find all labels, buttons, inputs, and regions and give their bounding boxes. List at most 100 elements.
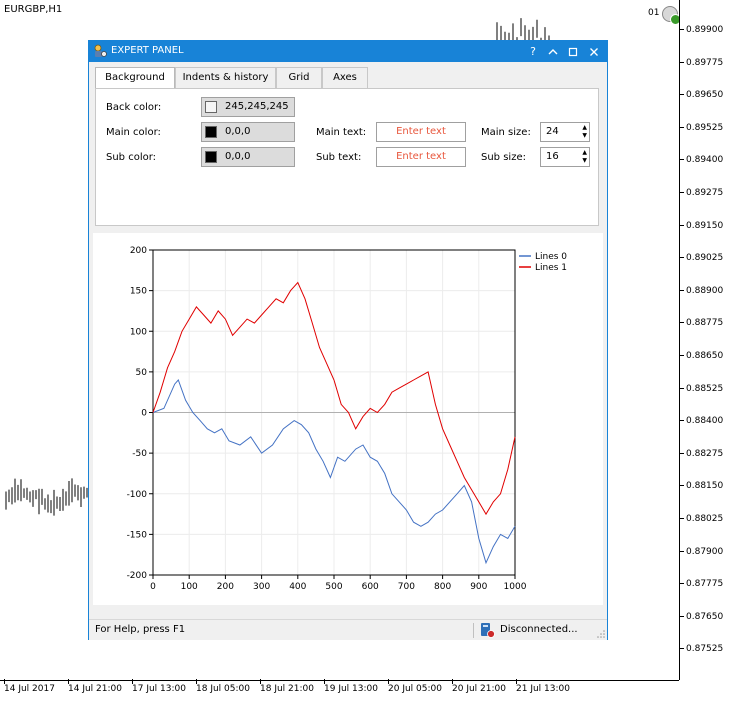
legend-label: Lines 1	[535, 263, 567, 273]
close-button[interactable]	[584, 41, 604, 62]
sub-color-value: 0,0,0	[225, 151, 251, 162]
y-tick-label: 0	[141, 409, 147, 419]
panel-titlebar[interactable]: EXPERT PANEL ?	[89, 41, 607, 62]
price-tick-label: 0.88900	[680, 286, 723, 296]
chevron-up-icon	[548, 49, 558, 55]
x-tick-label: 100	[181, 582, 198, 592]
y-tick-label: -150	[127, 530, 148, 540]
time-tick-label: 18 Jul 05:00	[196, 679, 250, 694]
close-icon	[590, 48, 598, 56]
price-tick-label: 0.89275	[680, 188, 723, 198]
time-tick-label: 17 Jul 13:00	[132, 679, 186, 694]
time-tick-label: 18 Jul 21:00	[260, 679, 314, 694]
help-button[interactable]: ?	[523, 41, 543, 62]
sub-size-spinner[interactable]: 16 ▲ ▼	[540, 147, 590, 167]
sub-color-label: Sub color:	[106, 152, 157, 163]
x-tick-label: 300	[253, 582, 270, 592]
price-axis	[679, 0, 734, 680]
y-tick-label: 100	[130, 327, 147, 337]
price-tick-label: 0.87525	[680, 644, 723, 654]
price-tick-label: 0.88400	[680, 416, 723, 426]
x-tick-label: 600	[362, 582, 379, 592]
main-size-value: 24	[546, 126, 559, 137]
x-tick-label: 0	[150, 582, 156, 592]
tab-grid[interactable]: Grid	[276, 67, 322, 88]
legend-label: Lines 0	[535, 252, 567, 262]
maximize-button[interactable]	[563, 41, 583, 62]
main-size-spinner[interactable]: 24 ▲ ▼	[540, 122, 590, 142]
line-chart: 0 100 200 300 400 500 600 700 800 900 100020015010…	[127, 246, 568, 592]
background-tab-content: Back color: 245,245,245 Main color: 0,0,…	[95, 88, 599, 226]
main-color-label: Main color:	[106, 127, 161, 138]
price-tick-label: 0.88025	[680, 514, 723, 524]
sub-size-value: 16	[546, 151, 559, 162]
tab-indents-history[interactable]: Indents & history	[175, 67, 276, 88]
y-tick-label: 200	[130, 246, 147, 256]
one-click-trading-icon[interactable]	[662, 6, 681, 25]
sub-text-label: Sub text:	[316, 152, 362, 163]
price-tick-label: 0.87900	[680, 547, 723, 557]
y-tick-label: -50	[132, 449, 147, 459]
sub-text-input[interactable]: Enter text	[376, 147, 466, 167]
time-tick-label: 19 Jul 13:00	[324, 679, 378, 694]
price-tick-label: 0.87650	[680, 612, 723, 622]
symbol-label: EURGBP,H1	[4, 4, 63, 15]
y-tick-label: 150	[130, 287, 147, 297]
back-color-swatch	[205, 101, 217, 113]
time-tick-label: 21 Jul 13:00	[516, 679, 570, 694]
price-tick-label: 0.88150	[680, 481, 723, 491]
x-tick-label: 800	[434, 582, 451, 592]
connection-status-icon	[481, 623, 495, 638]
time-tick-label: 14 Jul 21:00	[68, 679, 122, 694]
sub-color-swatch	[205, 151, 217, 163]
spin-down-icon[interactable]: ▼	[582, 133, 587, 139]
status-bar: For Help, press F1 Disconnected...	[89, 619, 607, 640]
x-tick-label: 200	[217, 582, 234, 592]
main-size-label: Main size:	[481, 127, 531, 138]
main-text-input[interactable]: Enter text	[376, 122, 466, 142]
price-tick-label: 0.87775	[680, 579, 723, 589]
expert-app-icon	[94, 44, 107, 57]
x-tick-label: 700	[398, 582, 415, 592]
y-tick-label: 50	[136, 368, 148, 378]
y-tick-label: -200	[127, 571, 148, 581]
price-tick-label: 0.89775	[680, 58, 723, 68]
x-tick-label: 1000	[504, 582, 527, 592]
back-color-label: Back color:	[106, 102, 162, 113]
main-text-label: Main text:	[316, 127, 367, 138]
price-tick-label: 0.89525	[680, 123, 723, 133]
time-tick-label: 20 Jul 05:00	[388, 679, 442, 694]
tab-axes[interactable]: Axes	[322, 67, 368, 88]
price-tick-label: 0.88775	[680, 318, 723, 328]
price-tick-label: 0.89650	[680, 90, 723, 100]
main-color-picker[interactable]: 0,0,0	[201, 122, 295, 142]
sub-size-label: Sub size:	[481, 152, 526, 163]
price-tick-label: 0.89025	[680, 253, 723, 263]
panel-title: EXPERT PANEL	[111, 45, 184, 56]
main-color-swatch	[205, 126, 217, 138]
price-tick-label: 0.89900	[680, 25, 723, 35]
expert-panel[interactable]: EXPERT PANEL ? Background Indents & hist…	[88, 40, 608, 640]
price-tick-label: 0.89150	[680, 221, 723, 231]
x-tick-label: 900	[470, 582, 487, 592]
status-help-text: For Help, press F1	[95, 624, 186, 635]
graphic-canvas: 0 100 200 300 400 500 600 700 800 900 1000 200 150 10…	[93, 233, 603, 605]
one-click-label: 01	[648, 8, 660, 18]
price-tick-label: 0.89400	[680, 155, 723, 165]
back-color-picker[interactable]: 245,245,245	[201, 97, 295, 117]
resize-grip-icon[interactable]	[597, 630, 605, 638]
price-tick-label: 0.88650	[680, 351, 723, 361]
price-tick-label: 0.88525	[680, 384, 723, 394]
x-tick-label: 400	[289, 582, 306, 592]
x-tick-label: 500	[325, 582, 342, 592]
tab-background[interactable]: Background	[95, 67, 175, 89]
spin-up-icon[interactable]: ▲	[582, 125, 587, 131]
time-tick-label: 20 Jul 21:00	[452, 679, 506, 694]
spin-up-icon[interactable]: ▲	[582, 150, 587, 156]
spin-down-icon[interactable]: ▼	[582, 158, 587, 164]
y-tick-label: -100	[127, 490, 148, 500]
sub-color-picker[interactable]: 0,0,0	[201, 147, 295, 167]
minimize-button[interactable]	[543, 41, 563, 62]
time-tick-label: 14 Jul 2017	[4, 679, 55, 694]
status-separator	[473, 623, 474, 638]
